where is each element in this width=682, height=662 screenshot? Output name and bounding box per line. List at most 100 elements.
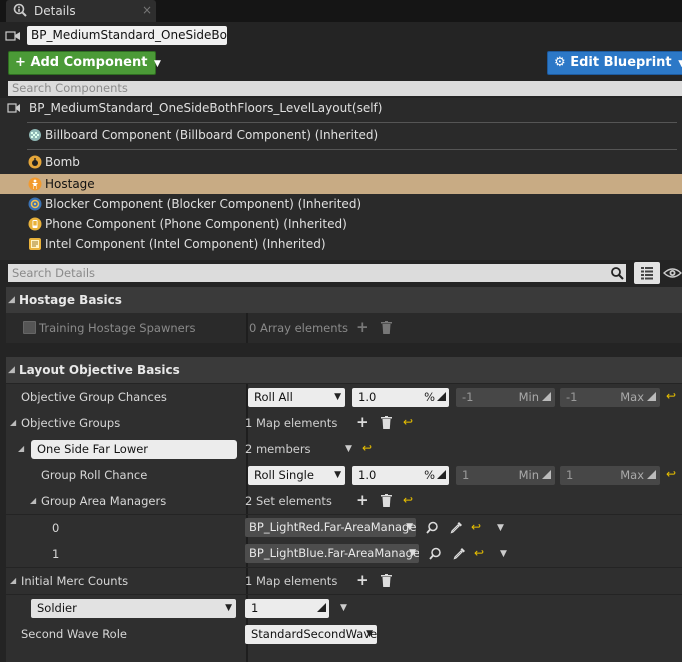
component-label: Bomb [45, 155, 80, 169]
chance-percent-field[interactable]: 1.0 % [352, 388, 449, 407]
chance-percent-field[interactable]: 1.0 % [352, 466, 449, 485]
grid-icon [641, 267, 653, 280]
reset-to-default-icon[interactable]: ↩ [362, 441, 372, 455]
actor-icon [5, 31, 20, 41]
reset-to-default-icon[interactable]: ↩ [403, 415, 413, 429]
tab-details[interactable]: Details × [6, 0, 156, 23]
chevron-down-icon: ▼ [366, 629, 373, 639]
unit-suffix: % [424, 468, 435, 482]
min-field[interactable]: -1 Min [456, 388, 555, 407]
max-field[interactable]: -1 Max [560, 388, 660, 407]
expanded-arrow-icon[interactable]: ◢ [30, 488, 36, 514]
roll-mode-dropdown[interactable]: Roll All ▼ [248, 388, 345, 407]
actor-name-field[interactable]: BP_MediumStandard_OneSideBothI [27, 26, 227, 45]
reset-to-default-icon[interactable]: ↩ [471, 520, 481, 534]
category-layout-objective-basics[interactable]: ◢ Layout Objective Basics [6, 357, 682, 383]
component-label: Intel Component (Intel Component) (Inher… [45, 237, 326, 251]
column-splitter[interactable] [246, 313, 248, 343]
trash-icon[interactable] [381, 494, 392, 507]
eye-icon[interactable] [663, 264, 682, 282]
property-row-merc-counts: ◢ Initial Merc Counts 1 Map elements + [6, 568, 682, 594]
component-row-bomb[interactable]: Bomb [0, 152, 682, 172]
search-details-input[interactable]: Search Details [8, 264, 626, 282]
drag-handle-icon[interactable] [437, 470, 446, 479]
merc-type-dropdown[interactable]: Soldier ▼ [31, 599, 236, 618]
drag-handle-icon[interactable] [317, 603, 326, 612]
reset-to-default-icon[interactable]: ↩ [403, 493, 413, 507]
expanded-arrow-icon[interactable]: ◢ [10, 410, 16, 436]
component-row-intel[interactable]: Intel Component (Intel Component) (Inher… [0, 234, 682, 254]
min-field[interactable]: 1 Min [456, 466, 555, 485]
property-label: Group Roll Chance [41, 468, 148, 482]
add-element-icon[interactable]: + [356, 320, 369, 335]
property-matrix-button[interactable] [634, 262, 660, 284]
chevron-down-icon[interactable]: ▼ [345, 444, 352, 454]
browse-magnifier-icon[interactable] [429, 547, 442, 560]
add-element-icon[interactable]: + [356, 415, 369, 430]
property-row-area-managers: ◢ Group Area Managers 2 Set elements + ↩ [6, 488, 682, 514]
component-row-self[interactable]: BP_MediumStandard_OneSideBothFloors_Leve… [0, 98, 682, 118]
max-label: Max [620, 390, 644, 404]
training-spawners-checkbox[interactable] [23, 321, 36, 334]
map-key-field[interactable]: One Side Far Lower [31, 440, 237, 459]
browse-magnifier-icon[interactable] [426, 521, 439, 534]
chevron-down-icon[interactable]: ▼ [500, 549, 507, 559]
category-hostage-basics[interactable]: ◢ Hostage Basics [6, 287, 682, 313]
reset-to-default-icon[interactable]: ↩ [474, 546, 484, 560]
drag-handle-icon[interactable] [542, 392, 551, 401]
blocker-icon [28, 197, 42, 211]
chevron-down-icon: ▼ [153, 59, 161, 69]
chevron-down-icon[interactable]: ▼ [497, 523, 504, 533]
category-title: Hostage Basics [19, 293, 122, 307]
plus-icon: + [15, 55, 26, 70]
drag-handle-icon[interactable] [437, 392, 446, 401]
area-manager-picker[interactable]: BP_LightRed.Far-AreaManager ▼ [245, 518, 416, 537]
edit-blueprint-button[interactable]: ⚙ Edit Blueprint ▼ [547, 51, 682, 75]
component-row-blocker[interactable]: Blocker Component (Blocker Component) (I… [0, 194, 682, 214]
component-row-hostage[interactable]: Hostage [0, 174, 682, 194]
property-row-second-wave: Second Wave Role StandardSecondWave ▼ [6, 621, 682, 662]
add-element-icon[interactable]: + [356, 573, 369, 588]
area-manager-picker[interactable]: BP_LightBlue.Far-AreaManager ▼ [245, 544, 419, 563]
reset-to-default-icon[interactable]: ↩ [666, 467, 676, 481]
drag-handle-icon[interactable] [647, 470, 656, 479]
component-row-billboard[interactable]: Billboard Component (Billboard Component… [0, 125, 682, 145]
dropdown-value: Roll Single [254, 468, 314, 482]
component-label: Billboard Component (Billboard Component… [45, 128, 379, 142]
numeric-value: 1.0 [358, 390, 377, 404]
trash-icon[interactable] [381, 416, 392, 429]
roll-mode-dropdown[interactable]: Roll Single ▼ [248, 466, 345, 485]
gear-icon: ⚙ [554, 55, 566, 70]
max-label: Max [620, 468, 644, 482]
dropdown-value: Roll All [254, 390, 293, 404]
spacer [6, 343, 682, 357]
property-value: 1 Map elements [245, 416, 338, 430]
numeric-value: -1 [566, 390, 578, 404]
chevron-down-icon: ▼ [225, 603, 232, 613]
expanded-arrow-icon[interactable]: ◢ [10, 568, 16, 594]
component-row-phone[interactable]: Phone Component (Phone Component) (Inher… [0, 214, 682, 234]
trash-icon[interactable] [381, 574, 392, 587]
eyedropper-icon[interactable] [453, 547, 466, 560]
eyedropper-icon[interactable] [450, 521, 463, 534]
close-icon[interactable]: × [142, 3, 152, 17]
property-row-manager-1: 1 BP_LightBlue.Far-AreaManager ▼ ↩ ▼ [6, 541, 682, 567]
chevron-down-icon: ▼ [406, 522, 413, 532]
element-index: 0 [52, 521, 60, 535]
drag-handle-icon[interactable] [542, 470, 551, 479]
add-element-icon[interactable]: + [356, 493, 369, 508]
second-wave-dropdown[interactable]: StandardSecondWave ▼ [245, 625, 377, 644]
property-label: Objective Group Chances [21, 390, 167, 404]
drag-handle-icon[interactable] [647, 392, 656, 401]
add-component-button[interactable]: + Add Component ▼ [8, 51, 161, 75]
property-value: 2 Set elements [245, 494, 332, 508]
expanded-arrow-icon[interactable]: ◢ [18, 436, 24, 462]
chevron-down-icon[interactable]: ▼ [340, 603, 347, 613]
property-label: Second Wave Role [21, 627, 127, 641]
trash-icon[interactable] [381, 321, 392, 334]
max-field[interactable]: 1 Max [560, 466, 660, 485]
search-components-input[interactable]: Search Components [8, 81, 682, 96]
merc-count-field[interactable]: 1 [245, 599, 329, 618]
reset-to-default-icon[interactable]: ↩ [666, 389, 676, 403]
blueprint-icon [7, 103, 20, 113]
